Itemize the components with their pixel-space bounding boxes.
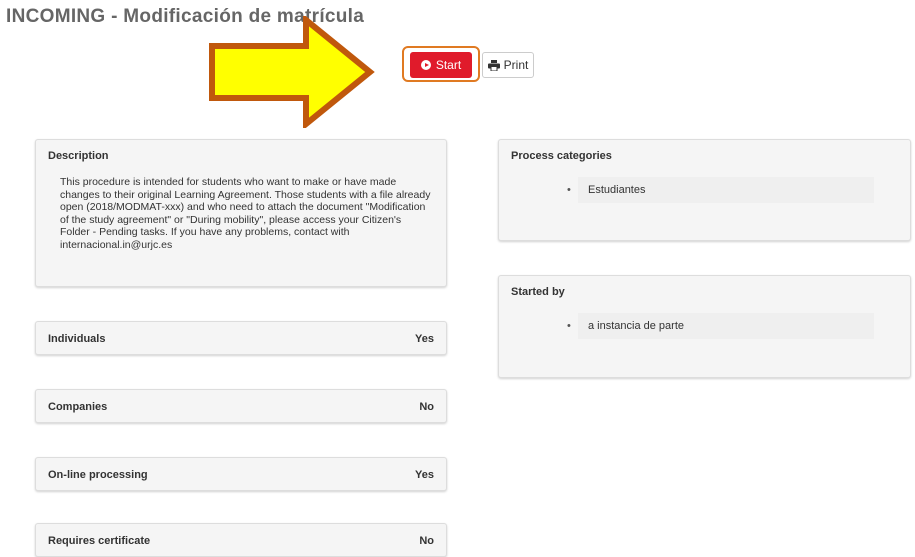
requires-certificate-panel: Requires certificate No <box>35 523 447 557</box>
start-button[interactable]: Start <box>410 52 472 78</box>
companies-value: No <box>419 401 434 413</box>
requires-certificate-value: No <box>419 535 434 547</box>
play-circle-icon <box>420 60 431 70</box>
print-button[interactable]: Print <box>482 52 534 78</box>
process-categories-panel: Process categories • Estudiantes <box>498 139 911 241</box>
started-by-heading: Started by <box>511 286 565 298</box>
requires-certificate-label: Requires certificate <box>48 535 151 547</box>
online-processing-label: On-line processing <box>48 469 148 481</box>
individuals-value: Yes <box>415 333 434 345</box>
list-bullet: • <box>567 184 571 196</box>
process-categories-heading: Process categories <box>511 150 612 162</box>
started-by-panel: Started by • a instancia de parte <box>498 275 911 378</box>
description-panel: Description This procedure is intended f… <box>35 139 447 287</box>
category-item: Estudiantes <box>578 177 874 203</box>
online-processing-value: Yes <box>415 469 434 481</box>
started-by-item: a instancia de parte <box>578 313 874 339</box>
printer-icon <box>487 59 500 71</box>
companies-label: Companies <box>48 401 108 413</box>
print-button-label: Print <box>503 58 529 72</box>
description-heading: Description <box>48 150 109 162</box>
individuals-label: Individuals <box>48 333 106 345</box>
online-processing-panel: On-line processing Yes <box>35 457 447 491</box>
right-arrow-annotation-icon <box>209 16 375 128</box>
start-button-label: Start <box>435 58 462 72</box>
description-text: This procedure is intended for students … <box>60 176 431 251</box>
list-bullet: • <box>567 320 571 332</box>
companies-panel: Companies No <box>35 389 447 423</box>
individuals-panel: Individuals Yes <box>35 321 447 355</box>
